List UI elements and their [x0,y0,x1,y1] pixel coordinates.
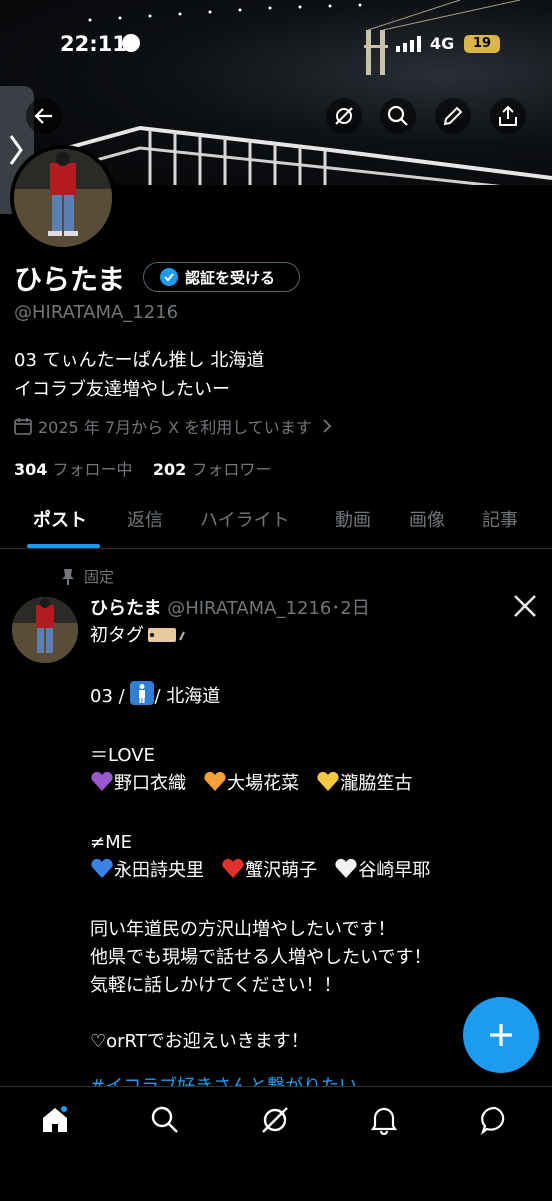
yellow-heart-icon [316,770,340,801]
bio-line: イコラブ友達増やしたいー [14,379,230,400]
grok-icon [262,1107,288,1133]
joined-date[interactable]: 2025 年 7月から X を利用しています [14,414,334,438]
post-line: / 北海道 [154,686,221,707]
bio-line: 03 てぃんたーぱん推し 北海道 [14,350,265,371]
love-member: 瀧脇笙古 [340,773,413,794]
chevron-right-icon [323,419,332,433]
focus-icon [122,34,140,52]
post-line: 同い年道民の方沢山増やしたいです！ [90,919,396,940]
post-line: 他県でも現場で話せる人増やしたいです！ [90,947,432,968]
search-icon [151,1106,178,1133]
me-member: 蟹沢萌子 [245,860,318,881]
love-member: 野口衣織 [114,773,186,794]
followers-link[interactable]: 202 フォロワー [153,460,272,479]
home-icon [43,1106,67,1132]
edit-profile-button[interactable] [435,98,471,134]
nav-grok[interactable] [258,1103,292,1137]
pinned-indicator: 固定 [60,566,114,587]
status-bar: 22:11 4G 19 [0,30,552,60]
tab-replies[interactable]: 返信 [127,506,163,532]
grok-icon [335,107,353,125]
post-author-name[interactable]: ひらたま [90,598,161,619]
back-button[interactable] [26,98,62,134]
post-author-avatar[interactable] [12,597,78,663]
orange-heart-icon [203,770,227,801]
bottom-navigation [0,1086,552,1201]
tab-highlights[interactable]: ハイライト [200,506,290,532]
post-line: ♡orRTでお迎えいきます！ [90,1031,309,1052]
arrow-left-icon [34,108,52,124]
pin-icon [62,568,74,585]
signal-icon [396,36,421,52]
chat-bubble-icon [480,1106,505,1135]
chevron-right-icon [9,135,23,165]
get-verified-label: 認証を受ける [185,268,276,287]
nav-messages[interactable] [478,1103,512,1137]
post-line: 03 / [90,686,125,707]
profile-avatar[interactable] [10,145,116,251]
nav-notifications[interactable] [367,1103,401,1137]
purple-heart-icon [90,770,114,801]
pinned-label: 固定 [84,568,115,586]
status-time: 22:11 [60,32,127,56]
search-icon [387,105,408,126]
display-name: ひらたま [14,263,126,296]
search-button[interactable] [380,98,416,134]
x-logo-icon [514,595,536,617]
battery-indicator: 19 [464,35,500,53]
followers-count: 202 [152,460,187,479]
nav-home[interactable] [38,1103,72,1137]
me-member: 谷崎早耶 [358,860,431,881]
post-line: 気軽に話しかけてください！！ [90,975,342,996]
love-header: ＝LOVE [90,745,155,766]
person-emoji-icon [130,681,155,714]
plus-icon [490,1024,512,1046]
profile-tabs: ポスト 返信 ハイライト 動画 画像 記事 [0,500,552,549]
tab-posts[interactable]: ポスト [33,506,87,532]
follow-stats: 304 フォロー中 202 フォロワー [14,456,271,480]
me-member: 永田詩央里 [114,860,204,881]
tag-emoji-icon [144,624,188,653]
post-author-meta: @HIRATAMA_1216･2日 [167,598,370,619]
red-heart-icon [221,857,245,888]
compose-button[interactable] [463,997,539,1073]
verified-badge-icon [160,268,178,286]
network-type: 4G [430,34,455,53]
pencil-icon [443,106,463,126]
nav-search[interactable] [148,1103,182,1137]
followers-label: フォロワー [191,460,272,479]
tab-articles[interactable]: 記事 [482,506,518,532]
following-count: 304 [14,460,48,479]
grok-button[interactable] [326,98,362,134]
profile-bio: 03 てぃんたーぱん推し 北海道 イコラブ友達増やしたいー [14,346,264,404]
post-hashtag[interactable]: #イコラブ好きさんと繋がりたい [90,1072,357,1086]
post-header: ひらたま @HIRATAMA_1216･2日 [90,594,370,620]
share-button[interactable] [490,98,526,134]
active-tab-indicator [27,544,100,548]
bell-icon [370,1107,398,1135]
tab-images[interactable]: 画像 [409,506,445,532]
blue-heart-icon [90,857,114,888]
get-verified-button[interactable]: 認証を受ける [143,262,300,292]
post-line: 初タグ [90,625,144,646]
joined-text: 2025 年 7月から X を利用しています [38,418,312,437]
me-header: ≠ME [90,832,132,853]
following-label: フォロー中 [52,460,133,479]
following-link[interactable]: 304 フォロー中 [14,460,133,479]
calendar-icon [14,418,32,435]
love-member: 大場花菜 [227,773,300,794]
tab-videos[interactable]: 動画 [335,506,371,532]
share-icon [499,105,517,126]
profile-handle: @HIRATAMA_1216 [14,302,179,323]
white-heart-icon [334,857,358,888]
post-text: 初タグ 03 / / 北海道 ＝LOVE 野口衣織 大場花菜 瀧脇笙古 ≠ME … [90,622,530,1056]
